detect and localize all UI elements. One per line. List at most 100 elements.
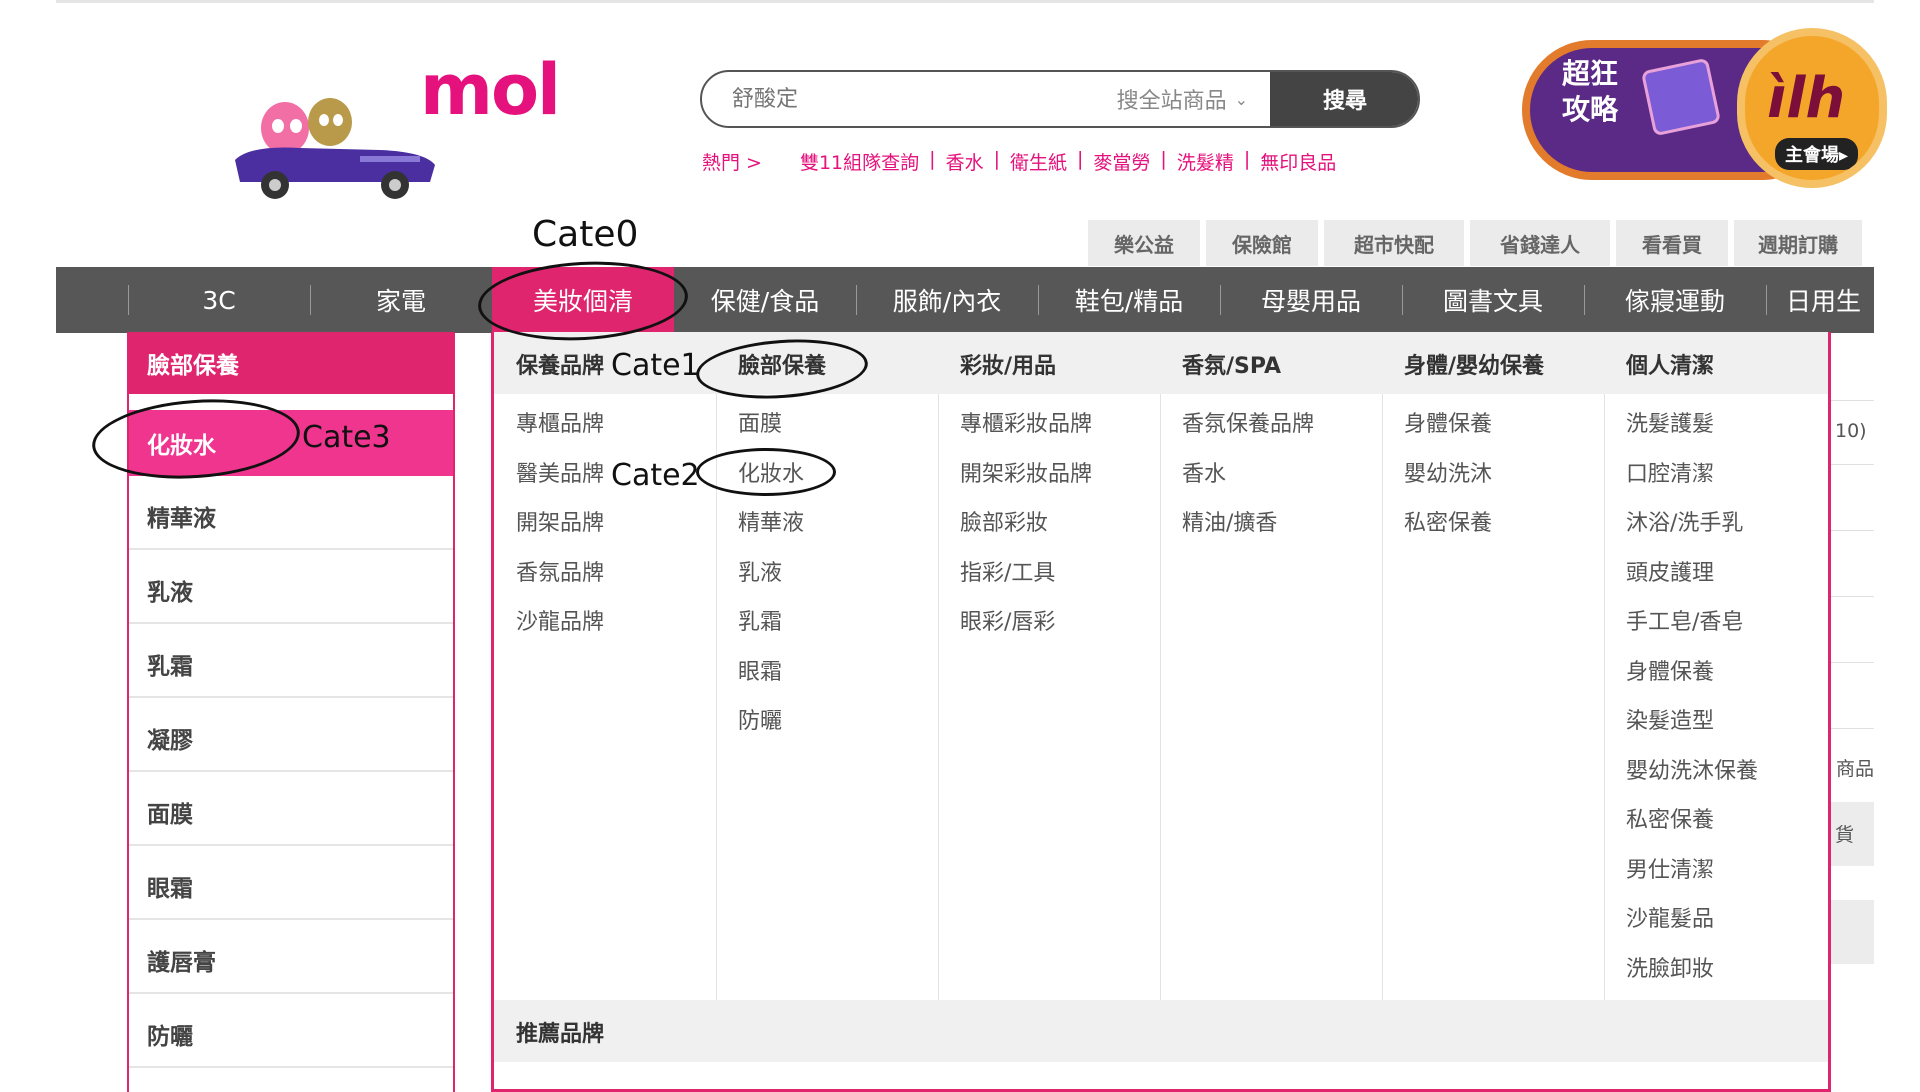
column-link[interactable]: 私密保養 [1626, 802, 1714, 834]
tab-savings[interactable]: 省錢達人 [1470, 220, 1610, 266]
left-item-mask[interactable]: 面膜 [129, 780, 453, 846]
left-panel-header[interactable]: 臉部保養 [129, 332, 453, 394]
peek-text: 10) [1835, 420, 1867, 442]
column-title[interactable]: 個人清潔 [1626, 348, 1714, 380]
left-item-eye-cream[interactable]: 眼霜 [129, 854, 453, 920]
hot-keyword[interactable]: 衛生紙 [1000, 148, 1077, 175]
hot-label[interactable]: 熱門 > [702, 148, 762, 175]
left-item-serum[interactable]: 精華液 [129, 484, 453, 550]
hot-keyword[interactable]: 麥當勞 [1083, 148, 1160, 175]
recommended-brands-bar: 推薦品牌 [494, 1000, 1828, 1062]
tab-charity[interactable]: 樂公益 [1088, 220, 1200, 266]
column-link[interactable]: 乳液 [738, 555, 782, 587]
site-logo[interactable]: mol [230, 49, 600, 200]
tab-insurance[interactable]: 保險館 [1206, 220, 1318, 266]
nav-item-books[interactable]: 圖書文具 [1402, 267, 1584, 333]
search-input[interactable] [730, 85, 1064, 113]
column-link[interactable]: 手工皂/香皂 [1626, 604, 1743, 636]
promo-title: 超狂 攻略 [1562, 56, 1642, 128]
nav-item-3c[interactable]: 3C [128, 267, 310, 333]
nav-item-bags[interactable]: 鞋包/精品 [1038, 267, 1220, 333]
hot-keyword[interactable]: 香水 [936, 148, 994, 175]
search-button[interactable]: 搜尋 [1270, 72, 1418, 126]
tab-subscription[interactable]: 週期訂購 [1734, 220, 1862, 266]
column-link[interactable]: 醫美品牌 [516, 456, 604, 488]
column-link[interactable]: 面膜 [738, 406, 782, 438]
promo-logo: ìlh [1767, 66, 1846, 131]
column-link[interactable]: 香水 [1182, 456, 1226, 488]
column-link[interactable]: 身體保養 [1404, 406, 1492, 438]
column-link[interactable]: 臉部彩妝 [960, 505, 1048, 537]
mega-column-makeup: 彩妝/用品 專櫃彩妝品牌 開架彩妝品牌 臉部彩妝 指彩/工具 眼彩/唇彩 [938, 332, 1160, 1000]
divider [1831, 662, 1874, 663]
column-link[interactable]: 染髮造型 [1626, 703, 1714, 735]
nav-item-home-sports[interactable]: 傢寢運動 [1584, 267, 1766, 333]
mega-menu: 保養品牌 專櫃品牌 醫美品牌 開架品牌 香氛品牌 沙龍品牌 臉部保養 面膜 化妝… [491, 332, 1831, 1092]
annotation-circle-cate2 [696, 448, 836, 496]
nav-item-daily[interactable]: 日用生 [1766, 267, 1874, 333]
hot-keyword[interactable]: 雙11組隊查詢 [790, 148, 929, 175]
column-link[interactable]: 洗臉卸妝 [1626, 951, 1714, 983]
tab-supermarket[interactable]: 超市快配 [1324, 220, 1464, 266]
category-nav: 3C 家電 美妝個清 保健/食品 服飾/內衣 鞋包/精品 母嬰用品 圖書文具 傢… [56, 267, 1874, 333]
column-link[interactable]: 精華液 [738, 505, 804, 537]
column-title[interactable]: 身體/嬰幼保養 [1404, 348, 1544, 380]
column-link[interactable]: 身體保養 [1626, 654, 1714, 686]
column-link[interactable]: 開架彩妝品牌 [960, 456, 1092, 488]
column-link[interactable]: 眼彩/唇彩 [960, 604, 1055, 636]
column-link[interactable]: 指彩/工具 [960, 555, 1055, 587]
column-link[interactable]: 專櫃彩妝品牌 [960, 406, 1092, 438]
hot-keyword[interactable]: 無印良品 [1250, 148, 1346, 175]
left-item-sunscreen[interactable]: 防曬 [129, 1002, 453, 1068]
nav-item-health-food[interactable]: 保健/食品 [674, 267, 856, 333]
column-link[interactable]: 乳霜 [738, 604, 782, 636]
hot-keyword[interactable]: 洗髮精 [1167, 148, 1244, 175]
column-link[interactable]: 頭皮護理 [1626, 555, 1714, 587]
annotation-cate2: Cate2 [611, 458, 700, 493]
left-item-cream[interactable]: 乳霜 [129, 632, 453, 698]
column-title[interactable]: 保養品牌 [516, 348, 604, 380]
hot-keywords: 熱門 > 雙11組隊查詢 | 香水 | 衛生紙 | 麥當勞 | 洗髮精 | 無印良品 [702, 148, 1346, 175]
column-link[interactable]: 男仕清潔 [1626, 852, 1714, 884]
mascot-car-image [235, 98, 435, 199]
column-link[interactable]: 口腔清潔 [1626, 456, 1714, 488]
recommended-brands-title[interactable]: 推薦品牌 [516, 1016, 604, 1048]
column-link[interactable]: 香氛保養品牌 [1182, 406, 1314, 438]
column-link[interactable]: 嬰幼洗沐 [1404, 456, 1492, 488]
chevron-down-icon: ⌄ [1234, 89, 1248, 109]
logo-wordmark: mol [420, 49, 561, 131]
column-link[interactable]: 沙龍髮品 [1626, 901, 1714, 933]
left-item-lotion[interactable]: 乳液 [129, 558, 453, 624]
column-link[interactable]: 防曬 [738, 703, 782, 735]
nav-item-baby[interactable]: 母嬰用品 [1220, 267, 1402, 333]
annotation-cate3: Cate3 [302, 420, 391, 455]
book-icon [1640, 57, 1722, 137]
divider [1831, 728, 1874, 729]
nav-item-apparel[interactable]: 服飾/內衣 [856, 267, 1038, 333]
column-title[interactable]: 彩妝/用品 [960, 348, 1056, 380]
column-link[interactable]: 香氛品牌 [516, 555, 604, 587]
column-link[interactable]: 精油/擴香 [1182, 505, 1277, 537]
left-item-gel[interactable]: 凝膠 [129, 706, 453, 772]
column-link[interactable]: 開架品牌 [516, 505, 604, 537]
tab-watch-buy[interactable]: 看看買 [1616, 220, 1728, 266]
column-link[interactable]: 私密保養 [1404, 505, 1492, 537]
annotation-cate1: Cate1 [611, 348, 700, 383]
mega-column-fragrance: 香氛/SPA 香氛保養品牌 香水 精油/擴香 [1160, 332, 1382, 1000]
mega-column-brands: 保養品牌 專櫃品牌 醫美品牌 開架品牌 香氛品牌 沙龍品牌 [494, 332, 716, 1000]
promo-line1: 超狂 [1562, 57, 1619, 90]
column-link[interactable]: 專櫃品牌 [516, 406, 604, 438]
divider [1831, 464, 1874, 465]
nav-item-appliances[interactable]: 家電 [310, 267, 492, 333]
column-title[interactable]: 香氛/SPA [1182, 348, 1281, 380]
divider [1831, 596, 1874, 597]
column-link[interactable]: 嬰幼洗沐保養 [1626, 753, 1758, 785]
column-link[interactable]: 沙龍品牌 [516, 604, 604, 636]
column-link[interactable]: 眼霜 [738, 654, 782, 686]
search-scope-dropdown[interactable]: 搜全站商品 ⌄ [1117, 83, 1248, 115]
promo-banner[interactable]: 超狂 攻略 ìlh 主會場▸ [1522, 24, 1887, 194]
left-item-lip-balm[interactable]: 護唇膏 [129, 928, 453, 994]
mega-column-face-care: 臉部保養 面膜 化妝水 精華液 乳液 乳霜 眼霜 防曬 [716, 332, 938, 1000]
column-link[interactable]: 沐浴/洗手乳 [1626, 505, 1743, 537]
column-link[interactable]: 洗髮護髮 [1626, 406, 1714, 438]
